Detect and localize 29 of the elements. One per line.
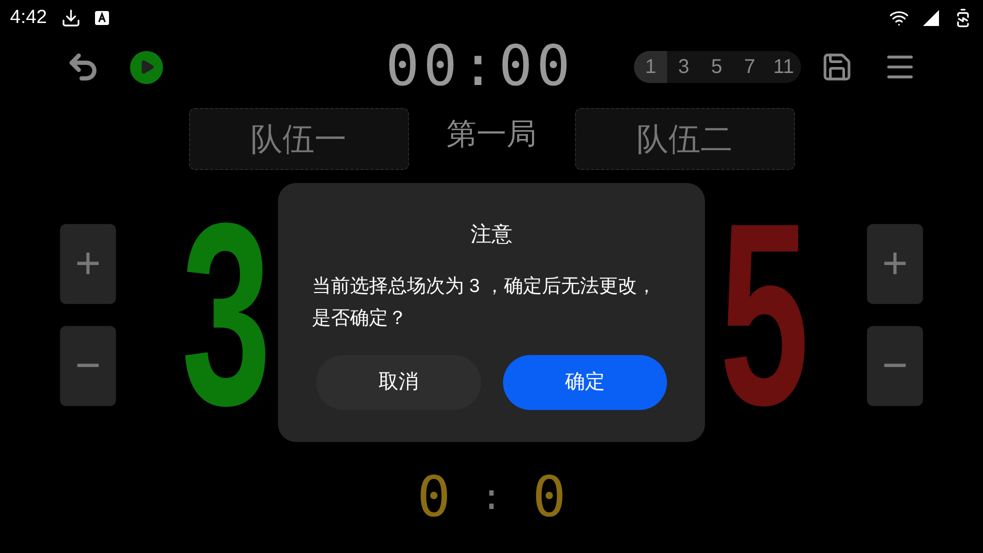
round-option[interactable]: 1 <box>634 51 668 83</box>
team-name[interactable]: 队伍一 <box>188 108 408 170</box>
round-option[interactable]: 5 <box>700 51 734 83</box>
games-score: 0 <box>416 470 451 526</box>
download-icon <box>60 8 81 28</box>
minus-button[interactable]: − <box>867 326 923 406</box>
round-option[interactable]: 7 <box>733 51 766 83</box>
keyboard-app-icon <box>94 11 109 25</box>
cancel-button[interactable]: 取消 <box>316 354 480 410</box>
round-option[interactable]: 11 <box>766 51 801 83</box>
round-option[interactable]: 3 <box>667 51 700 83</box>
dialog-title: 注意 <box>470 222 514 248</box>
status-time: 4:42 <box>10 6 47 30</box>
games-separator: : <box>480 480 502 516</box>
timer-display: 00:00 <box>386 33 574 101</box>
save-icon[interactable] <box>821 51 853 83</box>
play-icon <box>138 59 154 75</box>
minus-button[interactable]: − <box>60 326 116 406</box>
dialog-message: 当前选择总场次为 3 ，确定后无法更改，是否确定？ <box>312 274 658 330</box>
round-label: 第一局 <box>446 117 536 153</box>
confirm-button[interactable]: 确定 <box>502 354 667 410</box>
team-name[interactable]: 队伍二 <box>574 108 794 170</box>
plus-button[interactable]: + <box>60 224 116 304</box>
score-digit: 5 <box>719 185 809 445</box>
score-digit: 3 <box>181 185 271 445</box>
plus-button[interactable]: + <box>867 224 923 304</box>
signal-icon <box>923 10 939 26</box>
games-score: 0 <box>532 470 566 526</box>
play-button[interactable] <box>130 50 163 84</box>
